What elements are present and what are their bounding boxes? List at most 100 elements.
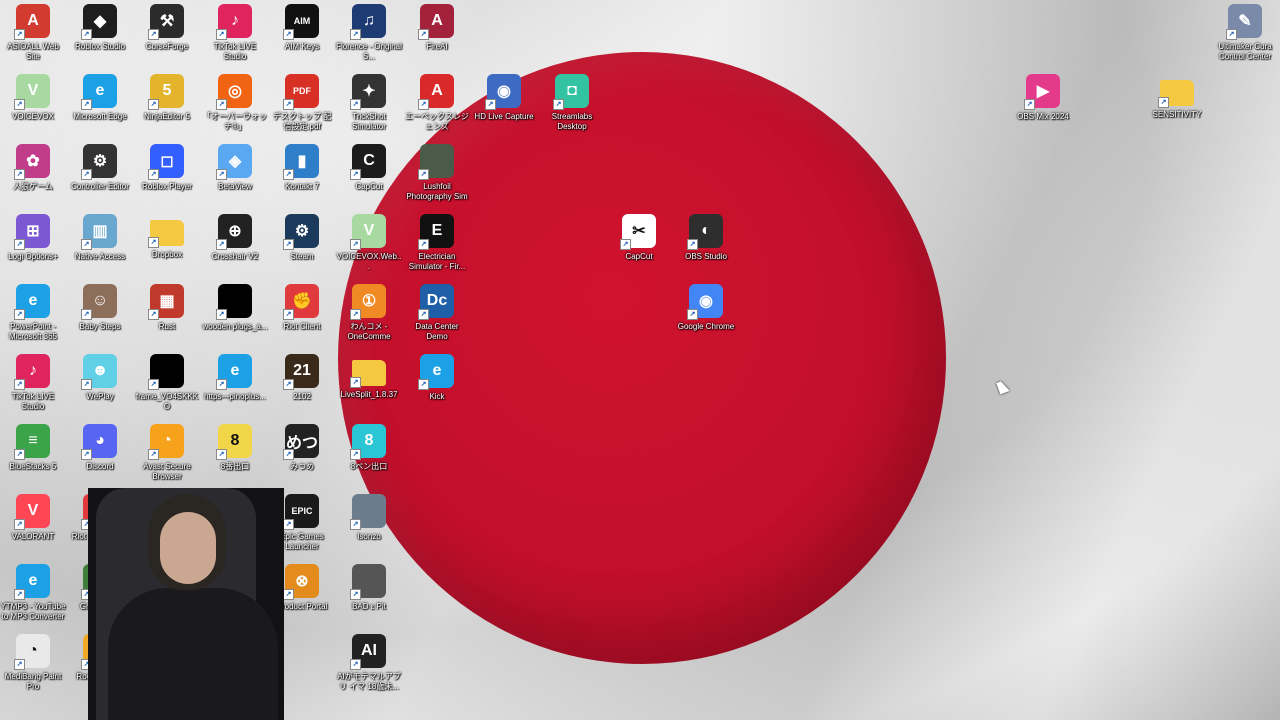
- desktop-icon[interactable]: ≡ ↗ BlueStacks 5: [0, 424, 66, 472]
- desktop-icon[interactable]: めつ ↗ みつめ: [269, 424, 335, 472]
- shortcut-arrow-icon: ↗: [283, 29, 294, 40]
- desktop-icon[interactable]: ✎ ↗ Ultimaker Cura Control Center: [1212, 4, 1278, 62]
- desktop-icon[interactable]: ✊ ↗ Riot Client: [269, 284, 335, 332]
- desktop-icon[interactable]: ▦ ↗ Rust: [134, 284, 200, 332]
- desktop-icon[interactable]: ▮ ↗ Kontakt 7: [269, 144, 335, 192]
- desktop-icon[interactable]: ◕ ↗ Discord: [67, 424, 133, 472]
- tiktok-live-icon: ♪ ↗: [216, 4, 252, 40]
- shortcut-arrow-icon: ↗: [418, 29, 429, 40]
- desktop-icon[interactable]: ◉ ↗ HD Live Capture: [471, 74, 537, 122]
- electrician-sim-icon: E ↗: [418, 214, 454, 250]
- desktop-icon[interactable]: ① ↗ わんコメ - OneComme: [336, 284, 402, 342]
- desktop-icon-label: CapCut: [355, 182, 383, 191]
- desktop-icon[interactable]: ⚒ ↗ CurseForge: [134, 4, 200, 52]
- desktop-icon[interactable]: PDF ↗ デスクトップ 配信設定.pdf: [269, 74, 335, 132]
- desktop-icon[interactable]: ↗ wooden plugs_a...: [202, 284, 268, 332]
- desktop-icon[interactable]: ◔ ↗ Avast Secure Browser: [134, 424, 200, 482]
- desktop-icon-label: BlueStacks 5: [9, 462, 57, 471]
- desktop-icon[interactable]: ▥ ↗ Native Access: [67, 214, 133, 262]
- chrome-icon: ◉ ↗: [687, 284, 723, 320]
- desktop-icon[interactable]: ◐ ↗ OBS Studio: [673, 214, 739, 262]
- desktop-icon[interactable]: ↗ frame_VO4SKKKO: [134, 354, 200, 412]
- desktop-icon[interactable]: ♪ ↗ TikTok LIVE Studio: [202, 4, 268, 62]
- desktop-icon[interactable]: ✂ ↗ CapCut: [606, 214, 672, 262]
- shortcut-arrow-icon: ↗: [350, 99, 361, 110]
- shortcut-arrow-icon: ↗: [81, 29, 92, 40]
- desktop-icon[interactable]: 21 ↗ 2102: [269, 354, 335, 402]
- desktop-icon[interactable]: V ↗ VALORANT: [0, 494, 66, 542]
- desktop-icon[interactable]: Dc ↗ Data Center Demo: [404, 284, 470, 342]
- desktop-icon[interactable]: e ↗ https---pinoplus...: [202, 354, 268, 402]
- capcut-icon: ✂ ↗: [620, 214, 656, 250]
- isonzo-icon: ↗: [350, 494, 386, 530]
- desktop-icon[interactable]: ♫ ↗ Florence - Original S...: [336, 4, 402, 62]
- desktop-icon[interactable]: ⚙ ↗ Steam: [269, 214, 335, 262]
- desktop-icon-label: わんコメ - OneComme: [347, 322, 391, 341]
- desktop-icon[interactable]: ↗ BAD ε Pit: [336, 564, 402, 612]
- desktop-icon[interactable]: 8 ↗ 8ペン出口: [336, 424, 402, 472]
- desktop-icon[interactable]: AIM ↗ AIM Keys: [269, 4, 335, 52]
- desktop-icon[interactable]: ◘ ↗ Streamlabs Desktop: [539, 74, 605, 132]
- rust-icon: ▦ ↗: [148, 284, 184, 320]
- desktop-icon-label: Avast Secure Browser: [143, 462, 191, 481]
- folder-icon: ↗: [350, 360, 386, 388]
- steam-icon: ⚙ ↗: [283, 214, 319, 250]
- desktop-icon-label: Microsoft Edge: [73, 112, 127, 121]
- desktop-icon[interactable]: 5 ↗ NinjaEditor 5: [134, 74, 200, 122]
- shortcut-arrow-icon: ↗: [148, 169, 159, 180]
- desktop-icon[interactable]: AI ↗ AIがモテマルアプリ イマ 18歳未...: [336, 634, 402, 692]
- desktop-icon[interactable]: 8 ↗ 8番出口: [202, 424, 268, 472]
- desktop-icon[interactable]: A ↗ エーペックスレジェンズ: [404, 74, 470, 132]
- desktop-icon[interactable]: ⊕ ↗ Crosshair V2: [202, 214, 268, 262]
- native-access-icon: ▥ ↗: [81, 214, 117, 250]
- desktop-icon-label: CurseForge: [145, 42, 189, 51]
- desktop-icon[interactable]: e ↗ Microsoft Edge: [67, 74, 133, 122]
- desktop-icon-label: Discord: [86, 462, 114, 471]
- riot-client-icon: ✊↗: [283, 284, 319, 320]
- desktop-icon[interactable]: ↗ Isonzo: [336, 494, 402, 542]
- desktop-icon[interactable]: ◔ ↗ MediBang Paint Pro: [0, 634, 66, 692]
- desktop-icon-label: VOICEVOX: [12, 112, 54, 121]
- desktop-icon[interactable]: ◆ ↗ Roblox Studio: [67, 4, 133, 52]
- desktop-icon-label: FireAI: [426, 42, 448, 51]
- desktop-icon[interactable]: ☺ ↗ Baby Steps: [67, 284, 133, 332]
- desktop-icon-label: NinjaEditor 5: [144, 112, 190, 121]
- desktop-icon[interactable]: ↗ Lushfoil Photography Sim: [404, 144, 470, 202]
- desktop-icon[interactable]: E ↗ Electrician Simulator - Fir...: [404, 214, 470, 272]
- desktop-icon-label: https---pinoplus...: [204, 392, 266, 401]
- desktop-icon[interactable]: ◎ ↗ 「オーバーウォッチ®」: [202, 74, 268, 132]
- game-2102-icon: 21 ↗: [283, 354, 319, 390]
- shortcut-arrow-icon: ↗: [283, 379, 294, 390]
- desktop-icon[interactable]: ⊞ ↗ Logi Options+: [0, 214, 66, 262]
- desktop-icon[interactable]: A ↗ ASIOALL Web Site: [0, 4, 66, 62]
- shortcut-arrow-icon: ↗: [687, 309, 698, 320]
- trickshot-icon: ✦ ↗: [350, 74, 386, 110]
- desktop-icon[interactable]: ☻ ↗ WePlay: [67, 354, 133, 402]
- shortcut-arrow-icon: ↗: [418, 309, 429, 320]
- roblox-studio-icon: ◆ ↗: [81, 4, 117, 40]
- desktop-icon[interactable]: ⚙ ↗ Controller Editor: [67, 144, 133, 192]
- desktop-icon[interactable]: ↗ LiveSplit_1.8.37: [336, 354, 402, 400]
- desktop-icon[interactable]: ◉ ↗ Google Chrome: [673, 284, 739, 332]
- desktop-icon[interactable]: e ↗ PowerPoint - Microsoft 365: [0, 284, 66, 342]
- desktop-icon[interactable]: ✿ ↗ 人狼ゲーム: [0, 144, 66, 192]
- desktop-icon[interactable]: e ↗ YTMP3 - YouTube to MP3 Converter: [0, 564, 66, 622]
- desktop-icon[interactable]: A ↗ FireAI: [404, 4, 470, 52]
- desktop-icon-label: ASIOALL Web Site: [7, 42, 59, 61]
- desktop-icon[interactable]: ↗ Dropbox: [134, 214, 200, 260]
- shortcut-arrow-icon: ↗: [553, 99, 564, 110]
- desktop-icon[interactable]: C ↗ CapCut: [336, 144, 402, 192]
- desktop-icon[interactable]: ↗ SENSITIVITY: [1144, 74, 1210, 120]
- desktop-icon[interactable]: V ↗ VOICEVOX.Web...: [336, 214, 402, 272]
- shortcut-arrow-icon: ↗: [14, 589, 25, 600]
- desktop-icon[interactable]: ◈ ↗ BetaView: [202, 144, 268, 192]
- desktop-icon[interactable]: V ↗ VOICEVOX: [0, 74, 66, 122]
- desktop-icon[interactable]: e ↗ Kick: [404, 354, 470, 402]
- desktop-icon[interactable]: ▶ ↗ OBS Mix 2024: [1010, 74, 1076, 122]
- desktop-icon[interactable]: ◻ ↗ Roblox Player: [134, 144, 200, 192]
- aim-keys-icon: AIM ↗: [283, 4, 319, 40]
- desktop-icon-label: TikTok LIVE Studio: [11, 392, 55, 411]
- shortcut-arrow-icon: ↗: [14, 239, 25, 250]
- desktop-icon[interactable]: ✦ ↗ TrickShot Simulator: [336, 74, 402, 132]
- desktop-icon[interactable]: ♪ ↗ TikTok LIVE Studio: [0, 354, 66, 412]
